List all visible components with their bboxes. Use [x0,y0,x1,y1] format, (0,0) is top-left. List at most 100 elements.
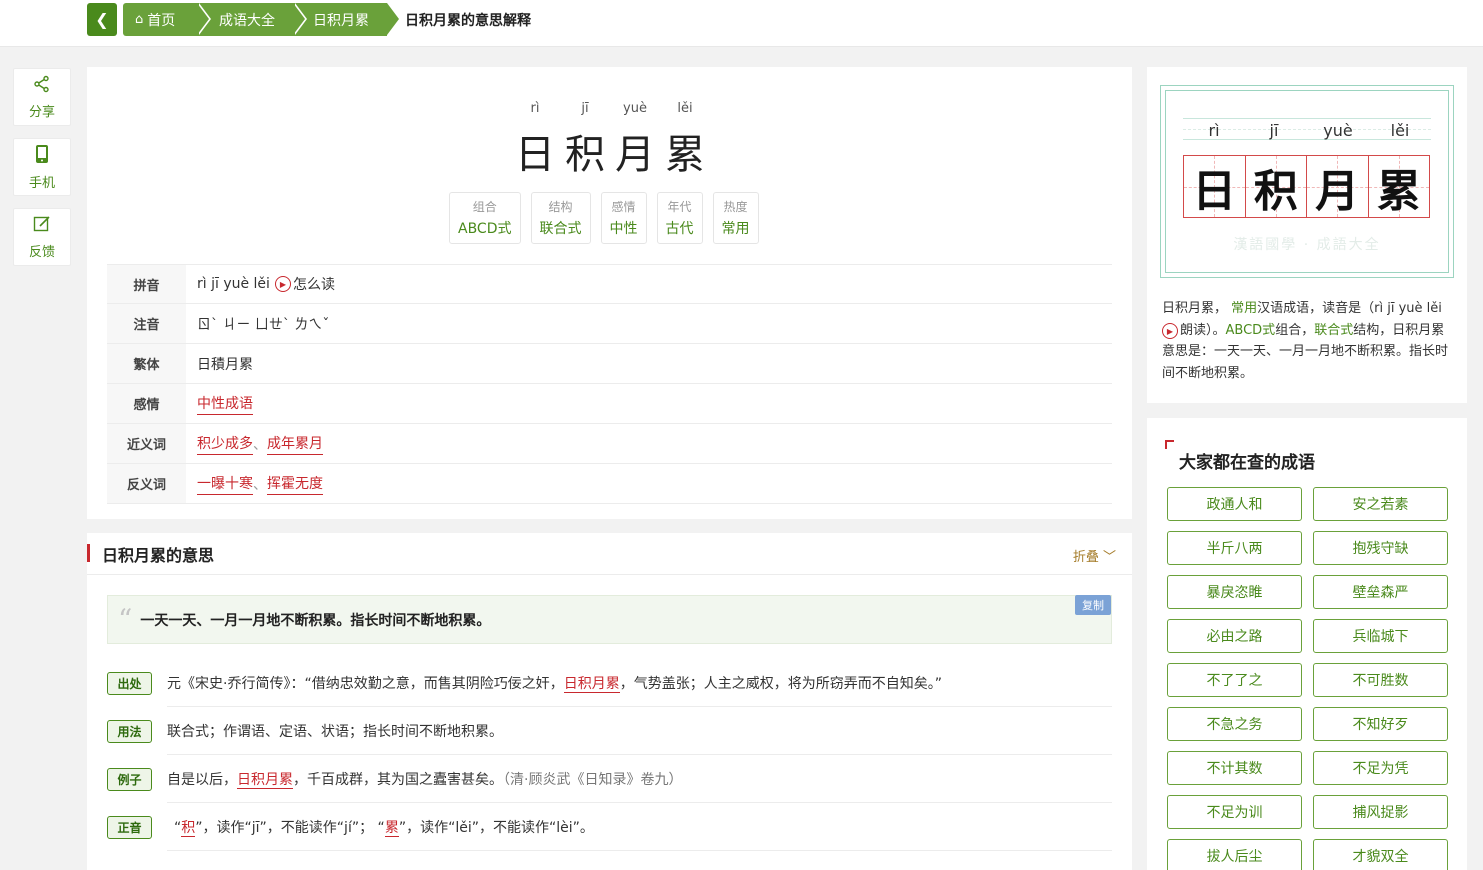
popular-idiom-link[interactable]: 拔人后尘 [1167,839,1302,870]
popular-idiom-link[interactable]: 壁垒森严 [1313,575,1448,609]
title-corner-mark [1165,440,1174,449]
board-pinyin: jī [1269,121,1279,140]
breadcrumb: ⌂ 首页 成语大全 日积月累 日积月累的意思解释 [123,3,531,36]
example-row: 例子 自是以后，日积月累，千百成群，其为国之蠹害甚矣。（清·顾炎武《日知录》卷九… [107,755,1112,803]
definition-box: “ 一天一天、一月一月地不断积累。指长时间不断地积累。 复制 [107,595,1112,644]
home-icon: ⌂ [135,12,144,27]
idiom-char: 累 [665,132,705,178]
origin-tag: 出处 [107,671,152,695]
breadcrumb-section[interactable]: 成语大全 [197,3,307,36]
board-char: 月 [1315,165,1360,217]
definition-text: 一天一天、一月一月地不断积累。指长时间不断地积累。 [140,612,491,629]
popular-idiom-link[interactable]: 不计其数 [1167,751,1302,785]
board-char: 累 [1376,165,1421,217]
popular-idiom-link[interactable]: 不急之务 [1167,707,1302,741]
antonym-link[interactable]: 一曝十寒 [197,473,253,495]
top-breadcrumb-bar: ❮ ⌂ 首页 成语大全 日积月累 日积月累的意思解释 [0,0,1483,47]
idiom-highlight: 日积月累 [237,772,293,789]
info-row-zhuyin: 注音 ㄖˋ ㄐㄧ ㄩㄝˋ ㄌㄟˇ [107,304,1112,344]
copy-button[interactable]: 复制 [1075,595,1111,615]
share-button[interactable]: 分享 [13,68,71,126]
synonym-link[interactable]: 成年累月 [267,433,323,455]
how-to-read-link[interactable]: 怎么读 [293,274,335,294]
attr-combination[interactable]: 组合 ABCD式 [449,192,521,244]
phone-icon [35,144,49,169]
calligraphy-board: rì jī yuè lěi 日 积 月 累 漢語國學 · 成語大全 [1160,85,1454,278]
attribute-badges: 组合 ABCD式 结构 联合式 感情 中性 年代 古代 热度 常用 [449,192,759,244]
idiom-char: 月 [615,132,655,178]
board-pinyin: rì [1208,121,1220,140]
popular-idiom-link[interactable]: 必由之路 [1167,619,1302,653]
pinyin-syllable: lěi [677,101,693,116]
back-button[interactable]: ❮ [87,3,117,36]
chevron-down-icon: ﹀ [1102,550,1116,565]
info-row-emotion: 感情 中性成语 [107,384,1112,424]
phone-button[interactable]: 手机 [13,138,71,196]
synonym-link[interactable]: 积少成多 [197,433,253,455]
board-pinyin: yuè [1323,121,1353,140]
info-row-pinyin: 拼音 rì jī yuè lěi ▶ 怎么读 [107,264,1112,304]
origin-row: 出处 元《宋史·乔行简传》：“借纳忠效勤之意，而售其阴险巧佞之奸，日积月累，气势… [107,659,1112,707]
info-table: 拼音 rì jī yuè lěi ▶ 怎么读 注音 ㄖˋ ㄐㄧ ㄩㄝˋ ㄌㄟˇ … [107,264,1112,504]
meaning-card: 日积月累的意思 折叠 ﹀ “ 一天一天、一月一月地不断积累。指长时间不断地积累。… [87,533,1132,870]
info-row-antonyms: 反义词 一曝十寒、挥霍无度 [107,464,1112,504]
antonym-link[interactable]: 挥霍无度 [267,473,323,495]
share-icon [33,75,51,98]
fold-button[interactable]: 折叠 ﹀ [1073,546,1116,565]
board-pinyin: lěi [1390,121,1410,140]
popular-idiom-link[interactable]: 抱残守缺 [1313,531,1448,565]
attr-emotion[interactable]: 感情 中性 [600,192,647,244]
popular-idiom-link[interactable]: 不了了之 [1167,663,1302,697]
popular-idiom-link[interactable]: 安之若素 [1313,487,1448,521]
example-tag: 例子 [107,767,152,791]
attr-popularity[interactable]: 热度 常用 [712,192,759,244]
popular-idiom-link[interactable]: 不足为训 [1167,795,1302,829]
popular-idiom-link[interactable]: 不可胜数 [1313,663,1448,697]
breadcrumb-home[interactable]: ⌂ 首页 [123,3,211,36]
quote-icon: “ [118,602,133,636]
traditional-value: 日積月累 [197,356,253,373]
pronunciation-row: 正音 “积”，读作“jī”，不能读作“jí”； “累”，读作“lěi”，不能读作… [107,803,1112,851]
feedback-button[interactable]: 反馈 [13,208,71,266]
popular-title: 大家都在查的成语 [1179,453,1315,473]
emotion-link[interactable]: 中性成语 [197,393,253,415]
info-row-synonyms: 近义词 积少成多、成年累月 [107,424,1112,464]
chevron-left-icon: ❮ [95,10,109,29]
section-marker [87,544,90,562]
popular-idiom-link[interactable]: 捕风捉影 [1313,795,1448,829]
attr-era[interactable]: 年代 古代 [656,192,703,244]
board-watermark: 漢語國學 · 成語大全 [1233,237,1381,253]
idiom-highlight: 日积月累 [563,676,620,693]
popular-idiom-link[interactable]: 政通人和 [1167,487,1302,521]
pinyin-value: rì jī yuè lěi [197,276,270,292]
meaning-title: 日积月累的意思 [102,545,215,565]
pronunciation-tag: 正音 [107,815,152,839]
info-row-traditional: 繁体 日積月累 [107,344,1112,384]
play-icon[interactable]: ▶ [1162,323,1178,340]
idiom-char: 日 [515,132,555,178]
board-char: 日 [1192,165,1237,217]
popular-idiom-link[interactable]: 不足为凭 [1313,751,1448,785]
popular-idioms-card: 大家都在查的成语 政通人和 安之若素 半斤八两 抱残守缺 暴戾恣睢 壁垒森严 必由之路 兵临城… [1147,418,1467,870]
popular-idiom-link[interactable]: 半斤八两 [1167,531,1302,565]
board-grid: 日 积 月 累 [1183,155,1433,218]
attr-structure[interactable]: 结构 联合式 [530,192,591,244]
popular-idiom-link[interactable]: 才貌双全 [1313,839,1448,870]
popular-idiom-list: 政通人和 安之若素 半斤八两 抱残守缺 暴戾恣睢 壁垒森严 必由之路 兵临城下 不了了之 不可胜数… [1167,487,1448,870]
popular-idiom-link[interactable]: 不知好歹 [1313,707,1448,741]
idiom-board-card: rì jī yuè lěi 日 积 月 累 漢語國學 · 成語大全 日积月累， … [1147,67,1467,403]
popular-idiom-link[interactable]: 暴戾恣睢 [1167,575,1302,609]
breadcrumb-current: 日积月累的意思解释 [405,12,531,29]
board-char: 积 [1253,165,1298,217]
play-icon[interactable]: ▶ [274,276,291,292]
zhuyin-value: ㄖˋ ㄐㄧ ㄩㄝˋ ㄌㄟˇ [197,316,330,333]
popular-idiom-link[interactable]: 兵临城下 [1313,619,1448,653]
breadcrumb-idiom[interactable]: 日积月累 [293,3,401,36]
edit-icon [33,215,51,238]
usage-row: 用法 联合式；作谓语、定语、状语；指长时间不断地积累。 [107,707,1112,755]
example-source: （清·顾炎武《日知录》卷九） [503,772,683,788]
idiom-char: 积 [565,132,605,178]
meaning-header: 日积月累的意思 折叠 ﹀ [87,533,1132,575]
idiom-header-card: rì jī yuè lěi 日 积 月 累 组合 ABCD式 结构 联合式 感情 中性… [87,67,1132,519]
idiom-summary: 日积月累， 常用汉语成语，读音是（rì jī yuè lěi ▶ 朗读）。ABCD… [1162,301,1449,381]
